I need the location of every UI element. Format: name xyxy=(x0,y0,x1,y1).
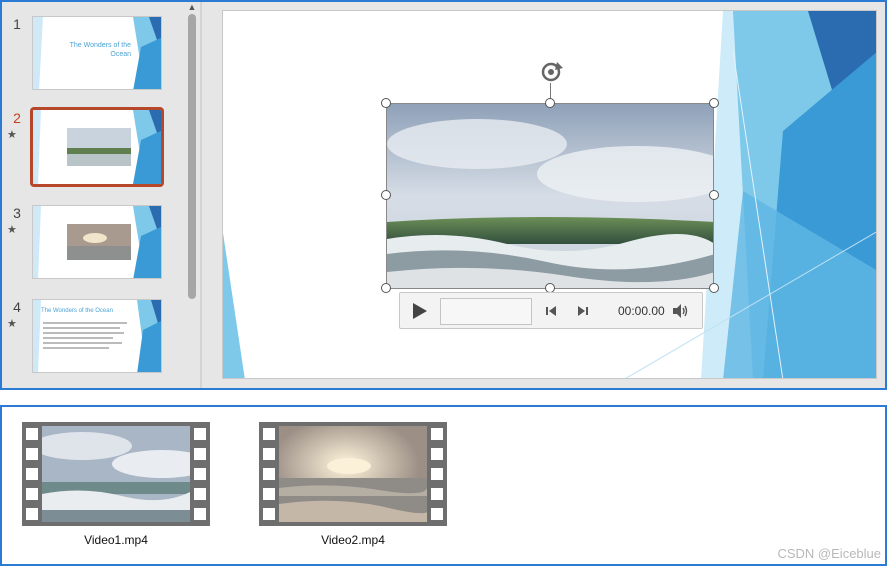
resize-handle-top[interactable] xyxy=(545,98,555,108)
play-icon[interactable] xyxy=(410,302,428,320)
film-sprocket xyxy=(263,508,275,520)
film-sprocket xyxy=(26,488,38,500)
video-file-icon xyxy=(22,422,210,526)
scroll-up-icon[interactable]: ▲ xyxy=(186,2,198,12)
slide-4-title: The Wonders of the Ocean xyxy=(41,308,113,314)
slide-thumbnail-row-1[interactable]: 1 The Wonders of the Ocean xyxy=(2,16,182,96)
resize-handle-top-right[interactable] xyxy=(709,98,719,108)
theme-decoration xyxy=(33,110,161,184)
slide-thumbnail-3[interactable] xyxy=(32,205,162,279)
animation-star-icon: ★ xyxy=(7,318,17,330)
film-sprocket xyxy=(194,448,206,460)
film-sprocket xyxy=(263,468,275,480)
file-name-label: Video2.mp4 xyxy=(321,533,385,547)
powerpoint-window: 1 The Wonders of the Ocean 2 ★ 3 ★ 4 ★ T… xyxy=(0,0,887,390)
film-sprocket xyxy=(431,468,443,480)
resize-handle-top-left[interactable] xyxy=(381,98,391,108)
resize-handle-bottom-right[interactable] xyxy=(709,283,719,293)
slide-number: 2 xyxy=(13,110,21,126)
playback-progress-bar[interactable] xyxy=(440,298,532,325)
playback-time: 00:00.00 xyxy=(618,304,665,318)
film-sprocket xyxy=(26,448,38,460)
video-file-2[interactable]: Video2.mp4 xyxy=(259,422,447,552)
film-sprocket xyxy=(194,428,206,440)
slide-thumbnail-4[interactable]: The Wonders of the Ocean xyxy=(32,299,162,373)
file-explorer-view: Video1.mp4 Video2.mp4 CSDN @Eiceblue xyxy=(0,405,887,566)
film-sprocket xyxy=(263,488,275,500)
film-sprocket xyxy=(263,448,275,460)
resize-handle-bottom-left[interactable] xyxy=(381,283,391,293)
media-controls: 00:00.00 xyxy=(399,292,703,329)
animation-star-icon: ★ xyxy=(7,129,17,141)
film-sprocket xyxy=(194,508,206,520)
slide-thumbnail-row-4[interactable]: 4 ★ The Wonders of the Ocean xyxy=(2,299,182,379)
theme-decoration xyxy=(33,206,161,278)
film-sprocket xyxy=(26,468,38,480)
film-sprocket xyxy=(26,508,38,520)
film-sprocket xyxy=(194,488,206,500)
slide-number: 4 xyxy=(13,299,21,315)
video-thumbnail xyxy=(42,426,190,522)
film-sprocket xyxy=(431,508,443,520)
video-placeholder[interactable] xyxy=(386,103,714,289)
slide-1-title: The Wonders of the Ocean xyxy=(69,42,131,58)
rotate-handle-icon[interactable] xyxy=(538,59,564,85)
slide-thumbnail-1[interactable]: The Wonders of the Ocean xyxy=(32,16,162,90)
video-file-1[interactable]: Video1.mp4 xyxy=(22,422,210,552)
scrollbar-thumb[interactable] xyxy=(188,14,196,299)
film-sprocket xyxy=(263,428,275,440)
film-sprocket xyxy=(194,468,206,480)
slide-4-bullet-lines xyxy=(43,322,131,352)
resize-handle-left[interactable] xyxy=(381,190,391,200)
slide-thumbnail-row-2[interactable]: 2 ★ xyxy=(2,107,182,190)
film-sprocket xyxy=(26,428,38,440)
film-sprocket xyxy=(431,448,443,460)
step-back-icon[interactable] xyxy=(545,305,557,317)
video-thumbnail xyxy=(279,426,427,522)
file-name-label: Video1.mp4 xyxy=(84,533,148,547)
slide-number: 1 xyxy=(13,16,21,32)
slide-thumbnail-2[interactable] xyxy=(30,107,164,187)
volume-icon[interactable] xyxy=(672,304,690,318)
step-forward-icon[interactable] xyxy=(577,305,589,317)
animation-star-icon: ★ xyxy=(7,224,17,236)
video-frame-image xyxy=(387,104,713,288)
video-file-icon xyxy=(259,422,447,526)
slide-thumbnails-pane: 1 The Wonders of the Ocean 2 ★ 3 ★ 4 ★ T… xyxy=(2,2,200,388)
thumbnails-scrollbar[interactable]: ▲ xyxy=(186,2,198,388)
film-sprocket xyxy=(431,428,443,440)
pane-divider[interactable] xyxy=(200,2,202,388)
resize-handle-right[interactable] xyxy=(709,190,719,200)
slide-number: 3 xyxy=(13,205,21,221)
slide-thumbnail-row-3[interactable]: 3 ★ xyxy=(2,205,182,285)
film-sprocket xyxy=(431,488,443,500)
slide-canvas[interactable]: 00:00.00 xyxy=(222,10,877,379)
watermark-text: CSDN @Eiceblue xyxy=(777,546,881,561)
